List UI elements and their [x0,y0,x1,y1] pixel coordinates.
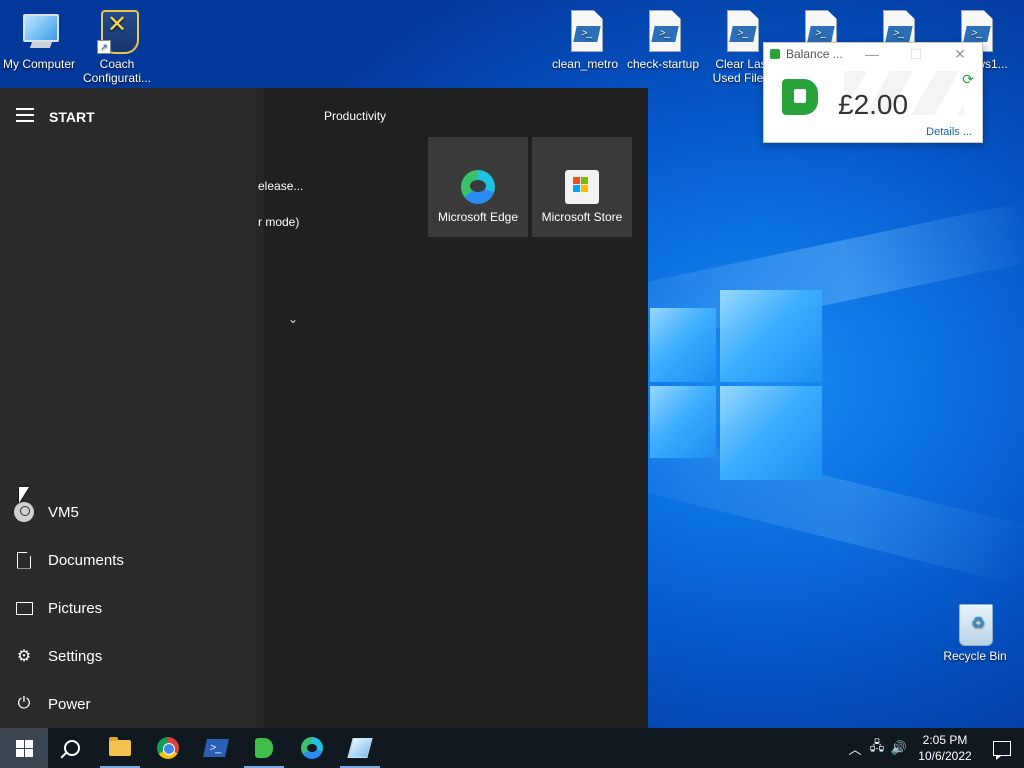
sidebar-item-label: Pictures [48,599,103,617]
edge-icon [301,737,323,759]
close-icon[interactable]: ✕ [938,46,982,63]
document-icon [17,551,31,569]
balance-title: Balance ... [786,47,843,61]
powershell-script-icon: >_ [643,10,683,54]
desktop-icon-label: check-startup [626,57,700,71]
search-button[interactable] [48,728,96,768]
maximize-icon: ☐ [909,45,923,62]
desktop-icon-clean-metro[interactable]: >_ clean_metro [546,10,624,71]
minimize-icon[interactable]: — [850,46,894,62]
windows-logo-wallpaper [650,290,822,480]
tile-microsoft-store[interactable]: Microsoft Store [532,137,632,237]
app-icon [347,738,373,758]
pushpay-icon [255,738,273,758]
chevron-up-icon[interactable]: ︿ [844,739,866,758]
balance-body: £2.00 ⟳ Details ... [764,65,982,142]
gear-icon: ⚙ [16,648,32,665]
sidebar-item-label: VM5 [48,503,79,521]
powershell-script-icon: >_ [565,10,605,54]
pictures-icon [15,601,33,615]
tile-group-title: Productivity [324,109,387,123]
tile-microsoft-edge[interactable]: Microsoft Edge [428,137,528,237]
volume-icon[interactable]: 🔊 [888,740,910,756]
chevron-down-icon[interactable]: ⌄ [288,312,298,326]
sidebar-item-settings[interactable]: ⚙ Settings [0,632,256,680]
powershell-script-icon: >_ [721,10,761,54]
refresh-icon[interactable]: ⟳ [962,71,974,88]
power-icon: ⏻ [17,695,31,712]
taskbar: >_ ︿ 🖧 🔊 2:05 PM 10/6/2022 [0,728,1024,768]
app-list-item[interactable]: elease... [258,179,303,193]
sidebar-item-label: Power [48,695,91,713]
balance-amount: £2.00 [838,89,909,120]
coach-config-icon: ✕ ↗ [97,10,139,54]
search-icon [64,740,80,756]
start-menu-sidebar: START VM5 Documents Pictures ⚙ Settings … [0,88,256,728]
sidebar-item-user[interactable]: VM5 [0,488,256,536]
balance-logo-icon [782,79,818,115]
network-icon[interactable]: 🖧 [866,737,888,759]
taskbar-powershell[interactable]: >_ [192,728,240,768]
tile-label: Microsoft Store [541,210,623,224]
powershell-icon: >_ [203,739,229,757]
notification-icon [993,740,1011,760]
desktop-icon-label: My Computer [2,57,76,71]
desktop-icon-my-computer[interactable]: My Computer [0,10,78,71]
taskbar-app[interactable] [336,728,384,768]
sidebar-item-documents[interactable]: Documents [0,536,256,584]
sidebar-item-power[interactable]: ⏻ Power [0,680,256,728]
sidebar-item-pictures[interactable]: Pictures [0,584,256,632]
details-link[interactable]: Details ... [926,126,972,138]
balance-app-icon [770,49,780,59]
desktop-icon-recycle-bin[interactable]: ♻ Recycle Bin [936,602,1014,663]
windows-start-icon [15,739,33,757]
mouse-cursor [19,487,29,503]
user-icon [14,502,34,522]
desktop-icon-label: Coach [99,57,135,71]
balance-titlebar[interactable]: Balance ... — ☐ ✕ [764,43,982,65]
desktop-icon-check-startup[interactable]: >_ check-startup [624,10,702,71]
desktop-icon-label: Configurati... [82,71,152,85]
balance-widget[interactable]: Balance ... — ☐ ✕ £2.00 ⟳ Details ... [763,42,983,143]
desktop-icon-label: Recycle Bin [943,649,1007,663]
desktop-icon-label: clean_metro [551,57,619,71]
sidebar-item-label: Documents [48,551,124,569]
computer-icon [19,10,59,54]
taskbar-file-explorer[interactable] [96,728,144,768]
clock[interactable]: 2:05 PM 10/6/2022 [910,732,980,764]
taskbar-pushpay[interactable] [240,728,288,768]
start-button[interactable] [0,728,48,768]
system-tray: ︿ 🖧 🔊 2:05 PM 10/6/2022 [844,728,1024,768]
hamburger-menu-icon[interactable] [16,108,34,122]
folder-icon [109,737,131,756]
chrome-icon [157,737,179,759]
app-list-item[interactable]: r mode) [258,215,299,229]
desktop-icon-coach-configuration[interactable]: ✕ ↗ Coach Configurati... [78,10,156,85]
start-menu-title: START [49,109,95,125]
start-menu: START VM5 Documents Pictures ⚙ Settings … [0,88,648,728]
sidebar-item-label: Settings [48,647,103,665]
recycle-bin-icon: ♻ [955,602,995,646]
edge-icon [461,170,495,204]
tile-label: Microsoft Edge [437,210,519,224]
taskbar-edge[interactable] [288,728,336,768]
clock-date: 10/6/2022 [918,749,972,763]
notifications-button[interactable] [980,740,1024,760]
store-icon [565,170,599,204]
taskbar-chrome[interactable] [144,728,192,768]
clock-time: 2:05 PM [922,733,968,747]
